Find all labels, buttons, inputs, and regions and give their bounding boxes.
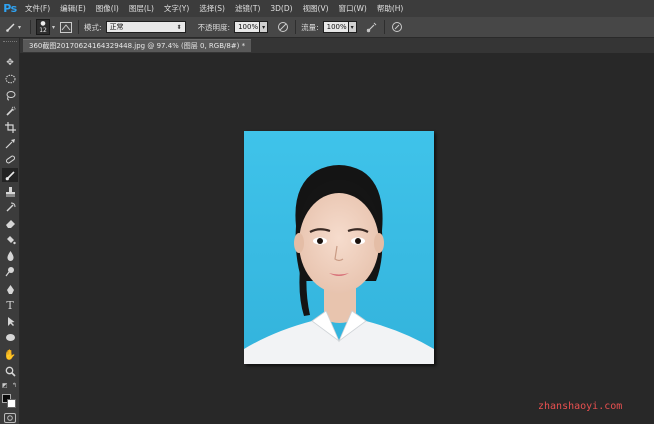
separator xyxy=(30,20,32,34)
history-brush-icon[interactable] xyxy=(2,200,18,214)
hand-icon[interactable]: ✋ xyxy=(2,348,18,362)
background-color-swatch[interactable] xyxy=(7,399,16,408)
separator xyxy=(383,20,385,34)
menu-window[interactable]: 窗口(W) xyxy=(334,3,372,14)
panel-grip[interactable] xyxy=(3,41,17,43)
separator xyxy=(295,20,297,34)
opacity-label: 不透明度: xyxy=(197,22,231,32)
options-bar: ▾ ● 12 ▾ 模式: 正常 ⬍ 不透明度: 100% ▾ 流量: 100% … xyxy=(0,17,654,38)
document-canvas[interactable] xyxy=(244,131,434,364)
pressure-opacity-icon[interactable] xyxy=(276,20,290,34)
mode-select[interactable]: 正常 ⬍ xyxy=(105,21,186,33)
eraser-icon[interactable] xyxy=(2,216,18,230)
quick-mask-icon[interactable] xyxy=(4,413,16,423)
face xyxy=(299,193,379,293)
mode-label: 模式: xyxy=(84,22,102,32)
brush-size-value: 12 xyxy=(39,27,47,34)
zoom-icon[interactable] xyxy=(2,364,18,378)
menu-filter[interactable]: 滤镜(T) xyxy=(230,3,265,14)
marquee-icon[interactable] xyxy=(2,72,18,86)
preset-caret-icon[interactable]: ▾ xyxy=(18,24,21,31)
menu-3d[interactable]: 3D(D) xyxy=(265,4,297,13)
brush-icon[interactable] xyxy=(2,168,18,182)
pen-icon[interactable] xyxy=(2,282,18,296)
brush-tool-preset-icon[interactable] xyxy=(4,20,18,34)
menu-bar: Ps 文件(F) 编辑(E) 图像(I) 图层(L) 文字(Y) 选择(S) 滤… xyxy=(0,0,654,17)
menu-select[interactable]: 选择(S) xyxy=(194,3,230,14)
menu-help[interactable]: 帮助(H) xyxy=(372,3,409,14)
clone-stamp-icon[interactable] xyxy=(2,184,18,198)
swap-colors-icon[interactable]: ↰ xyxy=(12,382,17,389)
left-ear xyxy=(294,233,304,253)
type-icon[interactable]: T xyxy=(2,298,18,312)
brush-size-picker[interactable]: ● 12 xyxy=(36,19,51,35)
menu-edit[interactable]: 编辑(E) xyxy=(55,3,91,14)
path-selection-icon[interactable] xyxy=(2,314,18,328)
blur-icon[interactable] xyxy=(2,248,18,262)
flow-input[interactable]: 100% xyxy=(322,21,349,33)
paint-bucket-icon[interactable] xyxy=(2,232,18,246)
menu-file[interactable]: 文件(F) xyxy=(20,3,55,14)
menu-view[interactable]: 视图(V) xyxy=(298,3,334,14)
default-colors-icon[interactable]: ◩ xyxy=(2,382,8,389)
document-tab-title: 360截图20170624164329448.jpg @ 97.4% (图层 0… xyxy=(29,42,246,50)
right-ear xyxy=(374,233,384,253)
move-icon[interactable]: ✥ xyxy=(2,56,18,70)
menu-image[interactable]: 图像(I) xyxy=(91,3,124,14)
eyedropper-icon[interactable] xyxy=(2,136,18,150)
document-tab[interactable]: 360截图20170624164329448.jpg @ 97.4% (图层 0… xyxy=(23,39,252,52)
tools-panel: ✥ T ✋ ◩ ↰ xyxy=(0,38,20,424)
left-pupil xyxy=(317,238,323,244)
ellipse-icon[interactable] xyxy=(2,330,18,344)
portrait-photo xyxy=(244,131,434,364)
chevron-down-icon: ⬍ xyxy=(176,23,182,31)
quick-selection-icon[interactable] xyxy=(2,104,18,118)
opacity-dropdown-icon[interactable]: ▾ xyxy=(260,21,269,33)
menu-type[interactable]: 文字(Y) xyxy=(159,3,194,14)
lasso-icon[interactable] xyxy=(2,88,18,102)
healing-brush-icon[interactable] xyxy=(2,152,18,166)
right-pupil xyxy=(355,238,361,244)
watermark-text: zhanshaoyi.com xyxy=(538,401,623,412)
menu-layer[interactable]: 图层(L) xyxy=(124,3,159,14)
brush-caret-icon[interactable]: ▾ xyxy=(52,24,55,31)
airbrush-icon[interactable] xyxy=(365,20,379,34)
flow-dropdown-icon[interactable]: ▾ xyxy=(348,21,357,33)
brush-dot-icon: ● xyxy=(40,20,46,27)
dodge-icon[interactable] xyxy=(2,264,18,278)
pressure-size-icon[interactable] xyxy=(390,20,404,34)
flow-label: 流量: xyxy=(301,22,319,32)
separator xyxy=(78,20,80,34)
brush-panel-toggle-icon[interactable] xyxy=(59,20,73,34)
opacity-input[interactable]: 100% xyxy=(234,21,261,33)
mode-value: 正常 xyxy=(109,23,124,31)
photoshop-logo: Ps xyxy=(3,2,17,15)
crop-icon[interactable] xyxy=(2,120,18,134)
